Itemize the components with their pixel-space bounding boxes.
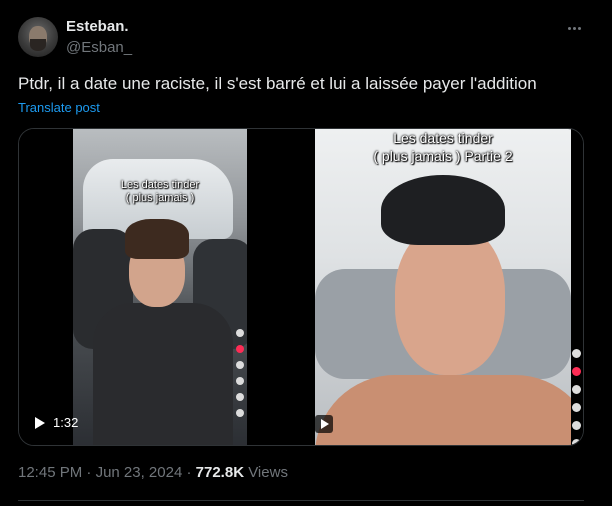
caption-line: Les dates tinder [393, 130, 493, 146]
person-figure [93, 219, 233, 445]
video-duration: 1:32 [53, 415, 79, 430]
chest [315, 375, 571, 445]
video-right-caption: Les dates tinder ( plus jamais ) Partie … [315, 129, 571, 165]
divider [18, 500, 584, 501]
video-left[interactable]: Les dates tinder ( plus jamais ) 1:32 [19, 129, 301, 445]
video-right-play-button[interactable] [315, 415, 333, 433]
separator: · [82, 464, 96, 481]
tweet: Esteban. @Esban_ Ptdr, il a date une rac… [0, 0, 612, 506]
video-right-frame: Les dates tinder ( plus jamais ) Partie … [315, 129, 571, 445]
tweet-text: Ptdr, il a date une raciste, il s'est ba… [18, 74, 537, 93]
more-dots-icon[interactable] [565, 18, 585, 38]
tiktok-side-icons [233, 329, 247, 425]
video-left-controls[interactable]: 1:32 [35, 415, 78, 430]
tweet-meta: 12:45 PM · Jun 23, 2024 · 772.8K Views [18, 464, 288, 481]
caption-line: ( plus jamais ) Partie 2 [373, 148, 513, 164]
media-container: Les dates tinder ( plus jamais ) 1:32 Le… [18, 128, 584, 446]
video-right[interactable]: Les dates tinder ( plus jamais ) Partie … [315, 129, 583, 445]
play-icon[interactable] [321, 419, 329, 429]
hair [125, 219, 189, 259]
separator: · [182, 464, 196, 481]
shirt [93, 303, 233, 445]
cap [381, 175, 505, 245]
views-count[interactable]: 772.8K [196, 464, 244, 481]
tweet-date[interactable]: Jun 23, 2024 [96, 464, 183, 481]
avatar[interactable] [18, 17, 58, 57]
caption-line: ( plus jamais ) [125, 192, 195, 204]
play-icon[interactable] [35, 416, 45, 429]
video-left-caption: Les dates tinder ( plus jamais ) [73, 179, 247, 205]
avatar-beard [30, 39, 46, 51]
views-label: Views [244, 464, 288, 481]
display-name[interactable]: Esteban. [66, 18, 129, 35]
user-handle[interactable]: @Esban_ [66, 39, 132, 56]
caption-line: Les dates tinder [120, 179, 200, 191]
person-figure [315, 175, 571, 445]
tweet-time[interactable]: 12:45 PM [18, 464, 82, 481]
translate-post-link[interactable]: Translate post [18, 100, 100, 115]
head [395, 225, 505, 375]
tiktok-side-icons [569, 349, 583, 445]
video-left-frame: Les dates tinder ( plus jamais ) [73, 129, 247, 445]
